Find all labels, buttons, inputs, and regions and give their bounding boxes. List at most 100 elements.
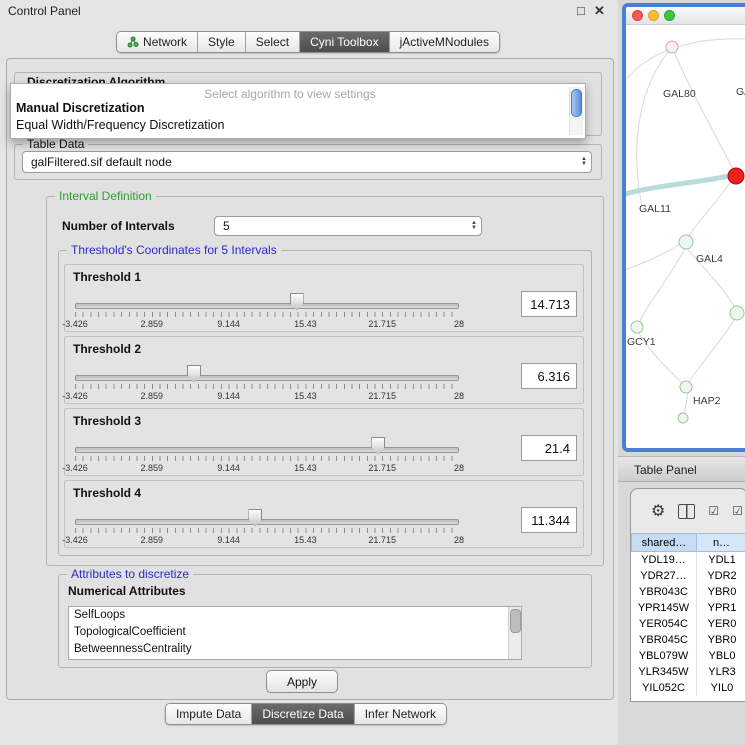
threshold-3-value-field[interactable] (521, 435, 577, 461)
ruler-ticks (75, 528, 459, 533)
popup-option-manual-discretization[interactable]: Manual Discretization (16, 101, 145, 115)
num-intervals-value: 5 (223, 219, 471, 233)
network-node[interactable] (730, 306, 744, 320)
slider-scale: -3.426 2.859 9.144 15.43 21.715 28 (75, 463, 459, 475)
network-node[interactable] (679, 235, 693, 249)
scale-tick: -3.426 (62, 319, 88, 329)
network-node[interactable] (666, 41, 678, 53)
tab-impute-data[interactable]: Impute Data (166, 704, 251, 724)
tab-label: Impute Data (176, 707, 241, 721)
threshold-1-slider[interactable]: -3.426 2.859 9.144 15.43 21.715 28 (75, 291, 459, 333)
table-row[interactable]: YPR145WYPR1 (631, 600, 745, 616)
gear-icon[interactable]: ⚙ (651, 501, 665, 521)
slider-track[interactable] (75, 303, 459, 309)
scale-tick: -3.426 (62, 391, 88, 401)
tab-label: jActiveMNodules (400, 35, 489, 49)
table-header-row: shared… n… (631, 533, 745, 552)
numerical-attributes-label: Numerical Attributes (68, 584, 186, 598)
table-panel-window: ⚙ ☑ ☑ shared… n… YDL19…YDL1 YDR27…YDR2 Y… (630, 488, 745, 702)
slider-track[interactable] (75, 447, 459, 453)
algorithm-dropdown-popup: Select algorithm to view settings Manual… (10, 83, 586, 139)
scrollbar-thumb[interactable] (510, 609, 521, 633)
scale-tick: -3.426 (62, 463, 88, 473)
bottom-tab-bar: Impute Data Discretize Data Infer Networ… (165, 703, 447, 725)
highlighted-edge[interactable] (626, 175, 734, 195)
scale-tick: 21.715 (368, 535, 396, 545)
slider-track[interactable] (75, 375, 459, 381)
network-node[interactable] (631, 321, 643, 333)
tab-jactivemnodules[interactable]: jActiveMNodules (389, 32, 499, 52)
network-canvas[interactable]: GAL80 GA GAL11 GAL4 GCY1 HAP2 (626, 25, 745, 449)
tab-label: Infer Network (365, 707, 436, 721)
float-window-icon[interactable]: □ (577, 3, 585, 18)
slider-scale: -3.426 2.859 9.144 15.43 21.715 28 (75, 319, 459, 331)
node-label-gal80: GAL80 (663, 88, 696, 100)
scale-tick: 21.715 (368, 319, 396, 329)
slider-scale: -3.426 2.859 9.144 15.43 21.715 28 (75, 535, 459, 547)
close-traffic-light-icon[interactable] (632, 10, 643, 21)
table-data-select[interactable]: galFiltered.sif default node (22, 151, 592, 173)
table-row[interactable]: YBR045CYBR0 (631, 632, 745, 648)
scale-tick: 21.715 (368, 463, 396, 473)
scale-tick: 28 (454, 463, 464, 473)
table-row[interactable]: YBR043CYBR0 (631, 584, 745, 600)
columns-icon[interactable] (678, 504, 695, 519)
scale-tick: 2.859 (141, 391, 164, 401)
threshold-4-value-field[interactable] (521, 507, 577, 533)
tab-select[interactable]: Select (245, 32, 299, 52)
apply-button[interactable]: Apply (266, 670, 338, 693)
scale-tick: -3.426 (62, 535, 88, 545)
threshold-2-panel: Threshold 2 -3.426 2.859 9.144 15.43 21.… (64, 336, 584, 404)
table-row[interactable]: YDR27…YDR2 (631, 568, 745, 584)
list-item[interactable]: BetweennessCentrality (69, 641, 521, 658)
popup-option-equal-width-frequency[interactable]: Equal Width/Frequency Discretization (16, 118, 224, 132)
threshold-1-value-field[interactable] (521, 291, 577, 317)
popup-scrollbar[interactable] (569, 87, 583, 135)
tab-discretize-data[interactable]: Discretize Data (251, 704, 353, 724)
cell: YLR3 (697, 664, 745, 680)
tab-label: Network (143, 35, 187, 49)
num-intervals-select[interactable]: 5 (214, 216, 482, 236)
numerical-attributes-list[interactable]: SelfLoops TopologicalCoefficient Between… (68, 606, 522, 660)
cell: YDL19… (631, 552, 697, 568)
slider-scale: -3.426 2.859 9.144 15.43 21.715 28 (75, 391, 459, 403)
list-scrollbar[interactable] (508, 607, 521, 659)
minimize-traffic-light-icon[interactable] (648, 10, 659, 21)
network-node[interactable] (680, 381, 692, 393)
node-label-gcy1: GCY1 (627, 336, 656, 348)
close-icon[interactable]: ✕ (594, 3, 605, 19)
combo-stepper-icon (581, 157, 587, 167)
scale-tick: 2.859 (141, 535, 164, 545)
table-row[interactable]: YLR345WYLR3 (631, 664, 745, 680)
list-item[interactable]: SelfLoops (69, 607, 521, 624)
table-row[interactable]: YIL052CYIL0 (631, 680, 745, 696)
threshold-2-slider[interactable]: -3.426 2.859 9.144 15.43 21.715 28 (75, 363, 459, 405)
cell: YER054C (631, 616, 697, 632)
scale-tick: 28 (454, 391, 464, 401)
checkbox-icon[interactable]: ☑ (732, 504, 743, 518)
scrollbar-thumb[interactable] (571, 89, 582, 117)
network-node[interactable] (678, 413, 688, 423)
threshold-label: Threshold 1 (73, 270, 141, 284)
checkbox-icon[interactable]: ☑ (708, 504, 719, 518)
column-header-name[interactable]: n… (697, 533, 745, 552)
tab-infer-network[interactable]: Infer Network (354, 704, 446, 724)
slider-track[interactable] (75, 519, 459, 525)
table-row[interactable]: YDL19…YDL1 (631, 552, 745, 568)
table-body: YDL19…YDL1 YDR27…YDR2 YBR043CYBR0 YPR145… (631, 552, 745, 702)
threshold-3-slider[interactable]: -3.426 2.859 9.144 15.43 21.715 28 (75, 435, 459, 477)
tab-cyni-toolbox[interactable]: Cyni Toolbox (299, 32, 388, 52)
table-row[interactable]: YER054CYER0 (631, 616, 745, 632)
list-item[interactable]: TopologicalCoefficient (69, 624, 521, 641)
tab-network[interactable]: Network (117, 32, 197, 52)
threshold-2-value-field[interactable] (521, 363, 577, 389)
zoom-traffic-light-icon[interactable] (664, 10, 675, 21)
selected-network-node[interactable] (728, 168, 744, 184)
table-row[interactable]: YBL079WYBL0 (631, 648, 745, 664)
top-tab-bar: Network Style Select Cyni Toolbox jActiv… (116, 31, 500, 53)
column-header-shared[interactable]: shared… (631, 533, 697, 552)
threshold-4-slider[interactable]: -3.426 2.859 9.144 15.43 21.715 28 (75, 507, 459, 549)
tab-label: Discretize Data (262, 707, 343, 721)
tab-style[interactable]: Style (197, 32, 245, 52)
cell: YBR045C (631, 632, 697, 648)
